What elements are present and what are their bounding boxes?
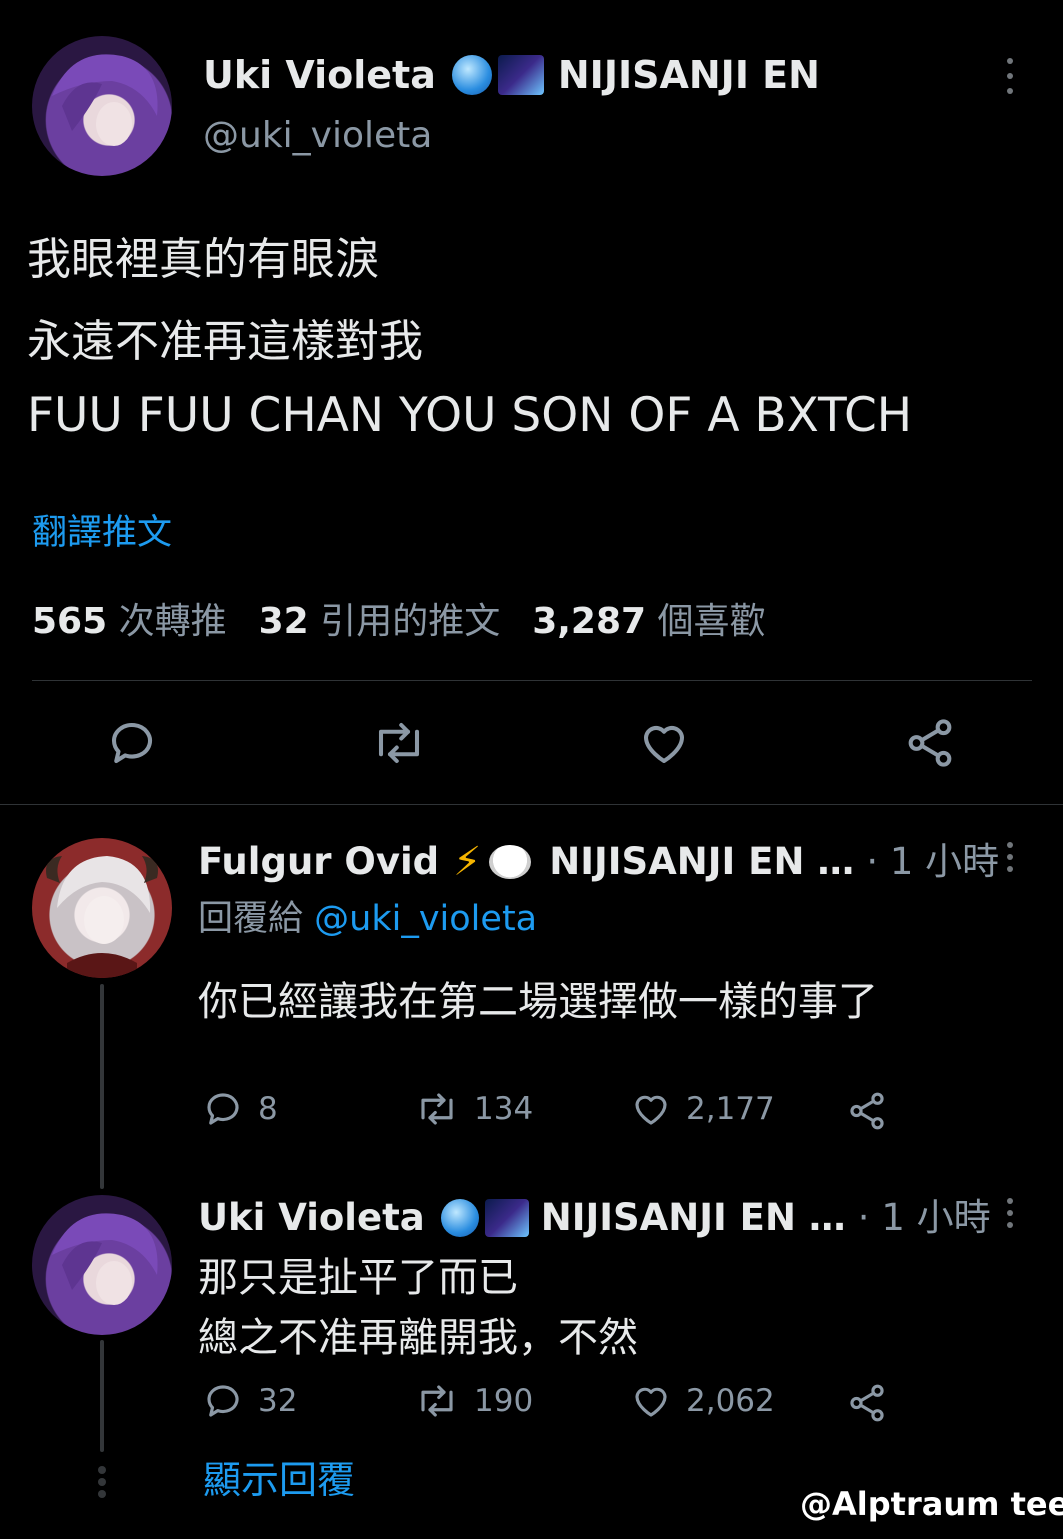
reply-author[interactable]: Fulgur Ovid ⚡ NIJISANJI EN … · 1 小時 [198,838,999,886]
reply-text: 你已經讓我在第二場選擇做一樣的事了 [198,979,878,1025]
share-icon[interactable] [903,716,957,770]
retweet-action[interactable]: 190 [414,1380,533,1422]
translate-tweet-link[interactable]: 翻譯推文 [32,510,172,556]
divider [0,804,1063,805]
galaxy-icon [497,55,544,95]
thread-dots [98,1466,106,1498]
thread-line [100,984,104,1189]
reply-action[interactable]: 8 [202,1088,278,1130]
avatar[interactable] [32,1195,172,1335]
reply-line: 那只是扯平了而已 [198,1255,518,1301]
quote-count[interactable]: 32 引用的推文 [259,598,501,646]
avatar[interactable] [32,838,172,978]
crystal-ball-icon [440,1199,479,1237]
more-options-icon[interactable] [1007,58,1013,94]
reply-author[interactable]: Uki Violeta NIJISANJI EN … · 1 小時 [198,1194,991,1242]
crystal-ball-icon [451,55,492,95]
reply-action[interactable]: 32 [202,1380,297,1422]
tweet-line: FUU FUU CHAN YOU SON OF A BXTCH [27,388,913,443]
avatar-hair [52,1213,158,1305]
show-replies-link[interactable]: 顯示回覆 [203,1455,355,1505]
sheep-icon [489,845,532,879]
tweet-line: 永遠不准再這樣對我 [27,316,423,367]
tweet-line: 我眼裡真的有眼淚 [27,234,379,285]
retweet-action[interactable]: 134 [414,1088,533,1130]
tweet-stats: 565 次轉推 32 引用的推文 3,287 個喜歡 [32,598,766,646]
reply-icon [207,1093,239,1125]
divider [32,680,1032,681]
galaxy-icon [484,1199,529,1237]
reply-icon[interactable] [105,716,159,770]
like-icon[interactable] [637,716,691,770]
like-icon [635,1387,667,1417]
more-options-icon[interactable] [1007,842,1013,872]
retweet-count[interactable]: 565 次轉推 [32,598,227,646]
more-options-icon[interactable] [1007,1198,1013,1228]
share-icon[interactable] [846,1382,888,1424]
main-display-name[interactable]: Uki Violeta NIJISANJI EN [203,50,820,100]
thread-line [100,1340,104,1452]
reply-to-line: 回覆給 @uki_violeta [198,899,538,939]
avatar[interactable] [32,36,172,176]
reply-line: 總之不准再離開我，不然 [198,1315,638,1361]
share-icon[interactable] [846,1090,888,1132]
avatar-hair [52,54,158,146]
like-action[interactable]: 2,062 [630,1380,775,1422]
like-icon [635,1095,667,1125]
tweet-text: 我眼裡真的有眼淚 永遠不准再這樣對我 FUU FUU CHAN YOU SON … [27,230,1037,446]
reply-icon [207,1385,239,1417]
like-count[interactable]: 3,287 個喜歡 [532,598,765,646]
retweet-icon[interactable] [369,716,429,770]
like-action[interactable]: 2,177 [630,1088,775,1130]
lightning-icon: ⚡ [453,839,482,885]
reply-text: 那只是扯平了而已 總之不准再離開我，不然 [198,1250,638,1366]
avatar-hair [46,856,158,978]
main-handle[interactable]: @uki_violeta [203,112,432,160]
retweet-icon [421,1093,453,1125]
watermark: @Alptraum tee [800,1485,1063,1523]
mention-link[interactable]: @uki_violeta [314,899,537,939]
retweet-icon [421,1385,453,1417]
